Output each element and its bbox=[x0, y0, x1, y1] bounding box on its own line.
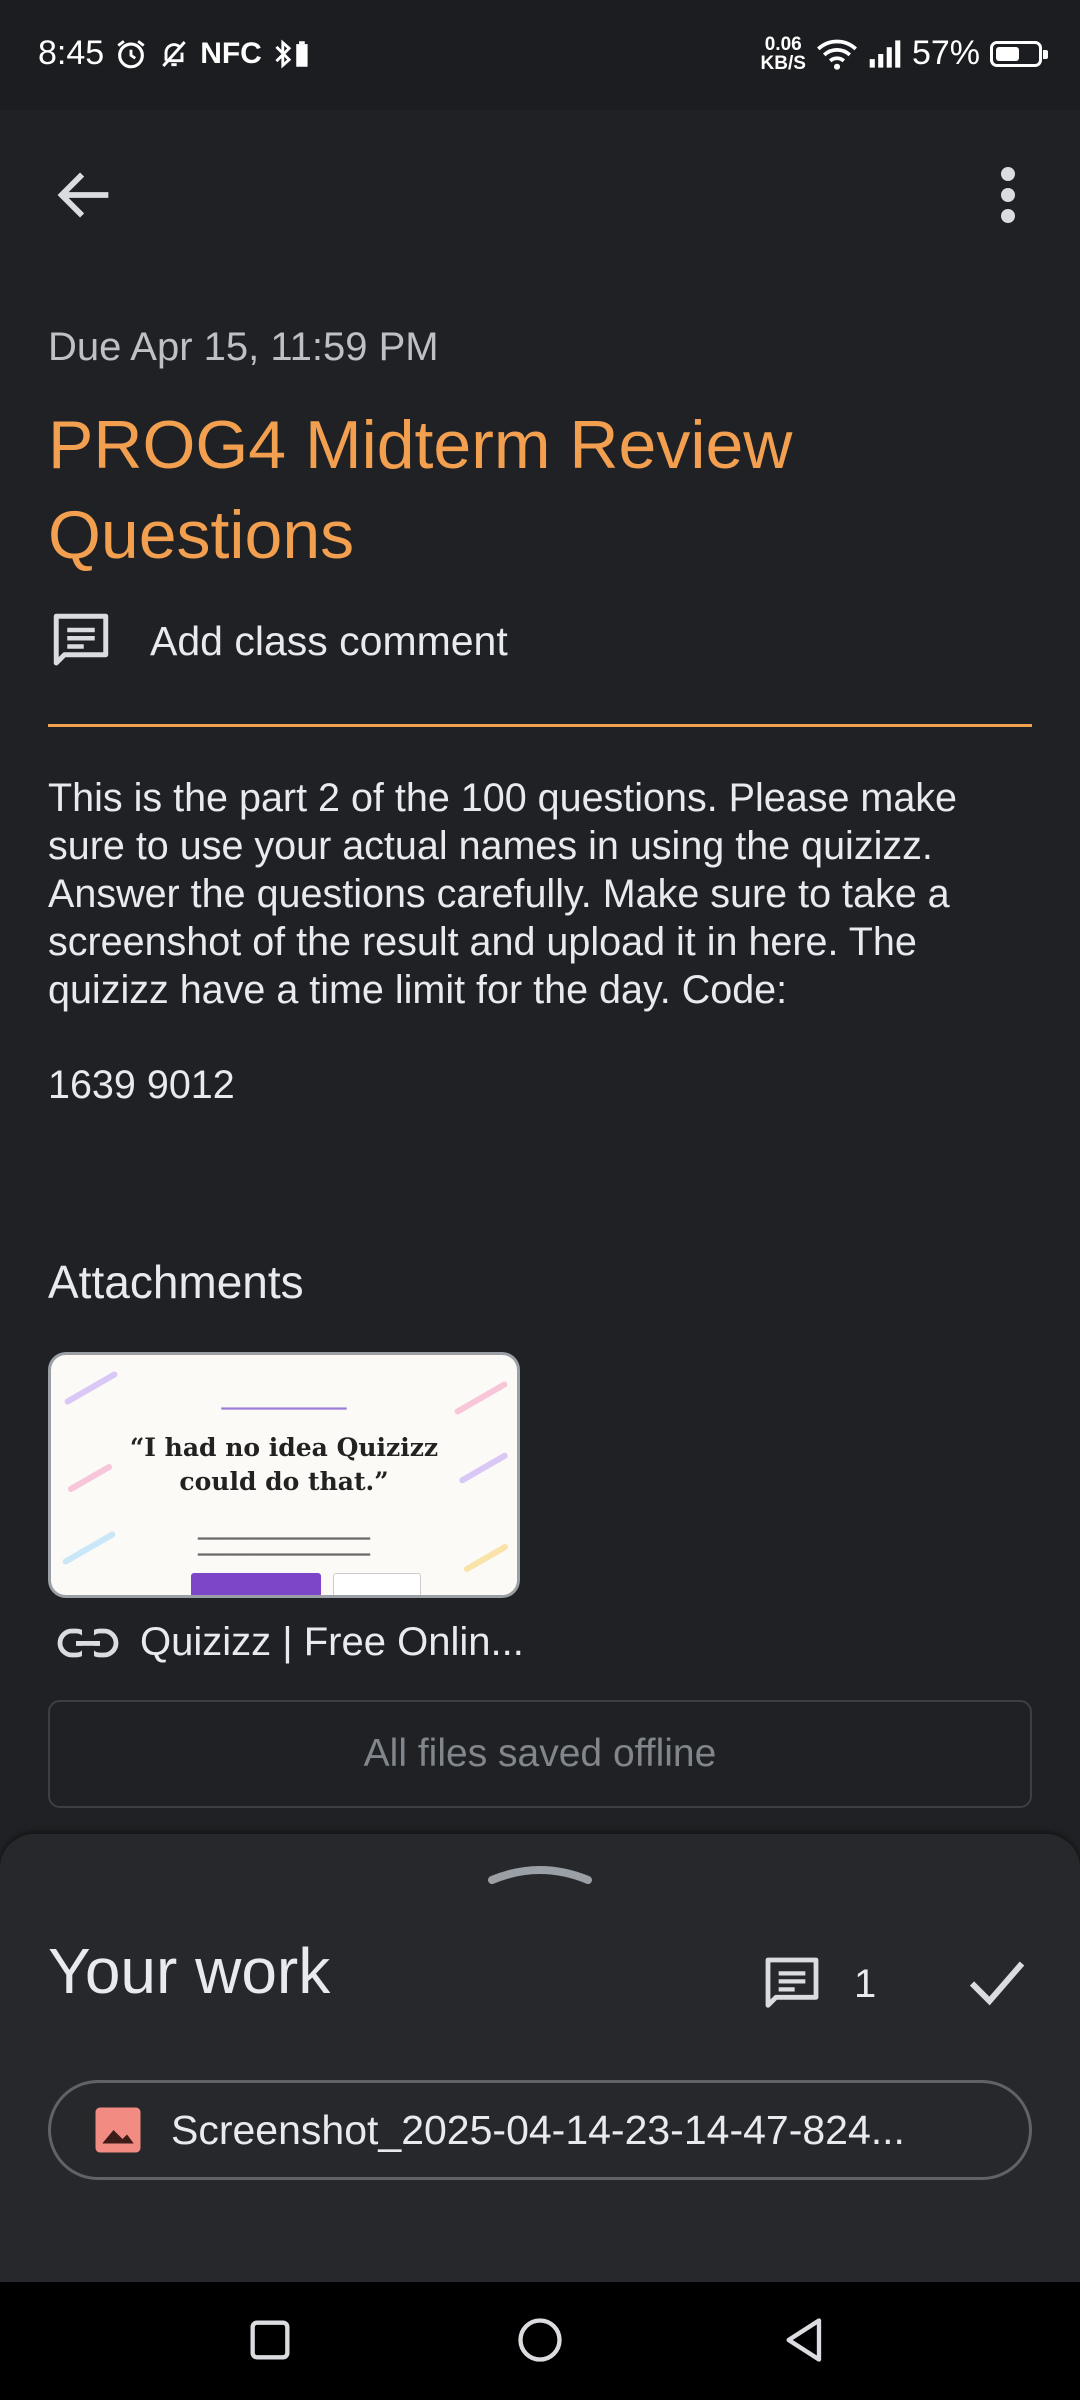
bell-off-icon bbox=[162, 40, 186, 67]
navigation-bar bbox=[0, 2282, 1080, 2400]
comment-icon bbox=[53, 613, 109, 666]
your-work-title: Your work bbox=[48, 1935, 331, 2007]
thumb-line: ━━━━━━━━━━━━━━━━━━━━━━ bbox=[197, 1531, 371, 1546]
attachments-heading: Attachments bbox=[48, 1256, 304, 1308]
nfc-indicator: NFC bbox=[200, 36, 262, 70]
net-speed: 0.06 KB/S bbox=[761, 35, 806, 73]
alarm-icon bbox=[117, 39, 145, 68]
battery-fill bbox=[996, 46, 1019, 61]
private-comments-button[interactable]: 1 bbox=[760, 1952, 876, 2016]
wifi-icon bbox=[816, 39, 857, 70]
assignment-title: PROG4 Midterm Review Questions bbox=[48, 407, 793, 573]
comment-count: 1 bbox=[854, 1961, 877, 2006]
thumb-secondary-button bbox=[333, 1573, 421, 1595]
net-speed-value: 0.06 bbox=[764, 33, 802, 55]
thumb-line: ━━━━━━━━━━━━━━━━ bbox=[221, 1401, 347, 1416]
signal-icon bbox=[869, 39, 901, 68]
assignment-description: This is the part 2 of the 100 questions.… bbox=[48, 776, 958, 1012]
battery-percent: 57% bbox=[911, 34, 980, 72]
arrow-back-icon[interactable] bbox=[50, 160, 120, 230]
status-bar-right: 0.06 KB/S 57% bbox=[761, 34, 1048, 73]
attachment-link[interactable]: Quizizz | Free Onlin... bbox=[56, 1620, 524, 1665]
comment-icon bbox=[765, 1957, 819, 2008]
attachment-link-label: Quizizz | Free Onlin... bbox=[140, 1620, 524, 1664]
expand-handle-icon[interactable] bbox=[484, 1858, 596, 1888]
battery-icon bbox=[990, 40, 1048, 67]
offline-status: All files saved offline bbox=[48, 1700, 1032, 1808]
attachment-thumbnail[interactable]: ━━━━━━━━━━━━━━━━ “I had no idea Quizizz … bbox=[48, 1352, 520, 1598]
thumb-quote-line2: could do that.” bbox=[179, 1467, 389, 1496]
image-icon bbox=[95, 2107, 141, 2153]
status-bar-left: 8:45 NFC bbox=[38, 34, 312, 73]
more-vert-icon[interactable] bbox=[985, 160, 1031, 230]
add-class-comment-button[interactable]: Add class comment bbox=[48, 608, 508, 674]
attached-file-chip[interactable]: Screenshot_2025-04-14-23-14-47-824... bbox=[48, 2080, 1032, 2180]
status-bar: 8:45 NFC 0.06 KB/S 57% bbox=[0, 0, 1080, 110]
net-speed-unit: KB/S bbox=[760, 52, 806, 74]
due-date: Due Apr 15, 11:59 PM bbox=[48, 325, 439, 369]
thumb-line: ━━━━━━━━━━━━━━━━━━━━━━ bbox=[197, 1547, 371, 1562]
back-nav-icon[interactable] bbox=[780, 2314, 832, 2366]
link-icon bbox=[57, 1628, 119, 1657]
attached-file-name: Screenshot_2025-04-14-23-14-47-824... bbox=[171, 2106, 905, 2153]
bluetooth-battery-icon bbox=[275, 39, 308, 68]
thumb-primary-button bbox=[191, 1573, 321, 1595]
quiz-code: 1639 9012 bbox=[48, 1063, 235, 1107]
check-icon bbox=[969, 1961, 1025, 2006]
thumb-quote: “I had no idea Quizizz could do that.” bbox=[51, 1431, 517, 1499]
home-icon[interactable] bbox=[514, 2314, 566, 2366]
divider bbox=[48, 724, 1032, 727]
recents-icon[interactable] bbox=[244, 2314, 296, 2366]
add-class-comment-label: Add class comment bbox=[150, 617, 508, 664]
thumb-quote-line1: “I had no idea Quizizz bbox=[129, 1433, 439, 1462]
your-work-sheet: Your work 1 Screenshot_2025-04-14-23-14-… bbox=[0, 1834, 1080, 2282]
clock: 8:45 bbox=[38, 34, 105, 72]
